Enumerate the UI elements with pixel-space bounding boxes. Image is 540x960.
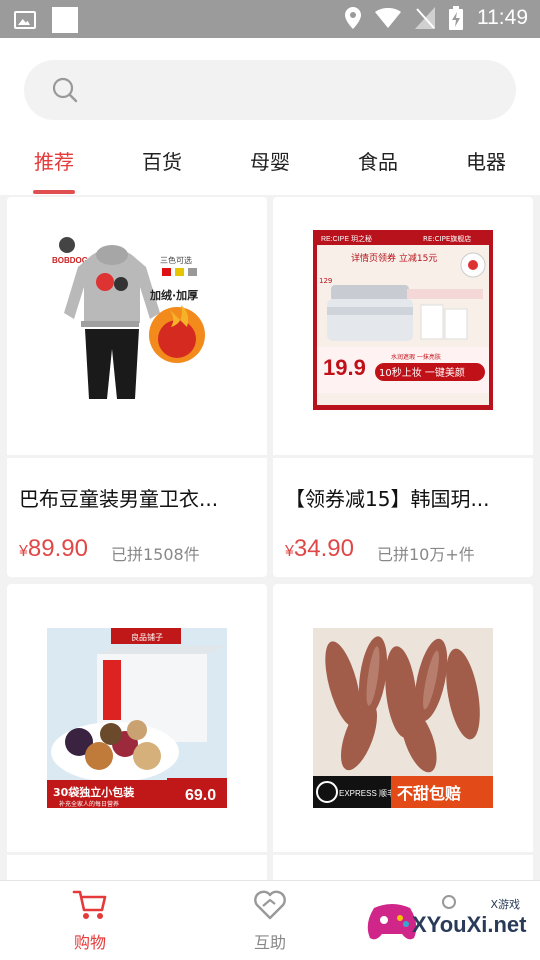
tab-food[interactable]: 食品 <box>338 146 418 175</box>
battery-charging-icon <box>449 6 463 30</box>
sold-count: 已拼1508件 <box>111 545 200 564</box>
product-card[interactable]: BOBDOG 三色可选 加绒·加厚 巴布豆童装男童卫衣... ¥89.90 已拼… <box>7 197 267 577</box>
card-divider <box>273 852 533 855</box>
search-input[interactable] <box>24 60 516 120</box>
svg-text:30袋独立小包装: 30袋独立小包装 <box>53 785 134 799</box>
shopping-cart-icon <box>72 890 107 919</box>
svg-text:水润遮瑕 一抹亮肤: 水润遮瑕 一抹亮肤 <box>391 353 441 361</box>
tab-recommend[interactable]: 推荐 <box>14 146 94 175</box>
svg-text:RE:CIPE 玥之秘: RE:CIPE 玥之秘 <box>321 234 372 243</box>
watermark: X游戏 XYouXi.net <box>364 894 534 952</box>
tab-general-goods[interactable]: 百货 <box>122 146 202 175</box>
card-divider <box>273 455 533 458</box>
sold-count: 已拼10万+件 <box>377 545 475 564</box>
product-image[interactable]: EXPRESS 顺丰速运 不甜包赔 <box>273 584 533 842</box>
app-notification-icon <box>52 7 78 33</box>
watermark-small: X游戏 <box>490 898 520 911</box>
svg-text:三色可选: 三色可选 <box>160 255 192 265</box>
product-title[interactable]: 巴布豆童装男童卫衣... <box>19 483 259 512</box>
svg-text:补充全家人的每日营养: 补充全家人的每日营养 <box>59 800 119 808</box>
watermark-text: XYouXi.net <box>412 912 527 937</box>
search-icon <box>52 77 78 103</box>
svg-text:10秒上妆 一键美颜: 10秒上妆 一键美颜 <box>379 366 465 379</box>
status-bar: 11:49 <box>0 0 540 38</box>
product-image[interactable]: RE:CIPE 玥之秘 RE:CIPE旗舰店 详情页领券 立减15元 129 1… <box>273 197 533 455</box>
svg-text:良品铺子: 良品铺子 <box>131 632 163 642</box>
product-image[interactable]: BOBDOG 三色可选 加绒·加厚 <box>7 197 267 455</box>
svg-text:129: 129 <box>319 277 332 285</box>
svg-text:不甜包赔: 不甜包赔 <box>397 784 461 803</box>
tab-mother-baby[interactable]: 母婴 <box>230 146 310 175</box>
product-feed[interactable]: BOBDOG 三色可选 加绒·加厚 巴布豆童装男童卫衣... ¥89.90 已拼… <box>0 195 540 880</box>
clock: 11:49 <box>477 6 528 29</box>
product-image[interactable]: 良品铺子 30袋独立小包装 补充全家人的每日营养 69.0 <box>7 584 267 842</box>
bottom-navigation: 购物 互助 X游戏 XYouXi.net <box>0 880 540 960</box>
nav-mutual-help-label: 互助 <box>253 933 286 952</box>
image-notification-icon <box>14 11 36 29</box>
nav-shopping[interactable]: 购物 <box>40 889 140 953</box>
no-signal-icon <box>415 7 435 29</box>
location-icon <box>345 7 361 29</box>
active-tab-indicator <box>33 190 75 194</box>
nav-mutual-help[interactable]: 互助 <box>220 889 320 953</box>
product-card[interactable]: EXPRESS 顺丰速运 不甜包赔 <box>273 584 533 880</box>
card-divider <box>7 852 267 855</box>
product-title[interactable]: 【领券减15】韩国玥... <box>285 483 525 512</box>
header: 推荐 百货 母婴 食品 电器 <box>0 38 540 195</box>
product-price: ¥34.90 <box>285 535 354 562</box>
product-price: ¥89.90 <box>19 535 88 562</box>
svg-text:69.0: 69.0 <box>185 787 216 804</box>
svg-text:详情页领券 立减15元: 详情页领券 立减15元 <box>351 252 437 264</box>
category-tabs: 推荐 百货 母婴 食品 电器 <box>0 138 540 195</box>
card-divider <box>7 455 267 458</box>
wifi-icon <box>375 8 401 28</box>
product-card[interactable]: RE:CIPE 玥之秘 RE:CIPE旗舰店 详情页领券 立减15元 129 1… <box>273 197 533 577</box>
nav-shopping-label: 购物 <box>73 933 106 952</box>
svg-text:19.9: 19.9 <box>323 355 366 380</box>
svg-text:RE:CIPE旗舰店: RE:CIPE旗舰店 <box>423 234 471 243</box>
heart-hands-icon <box>254 890 286 920</box>
svg-text:加绒·加厚: 加绒·加厚 <box>149 288 198 302</box>
tab-appliances[interactable]: 电器 <box>446 146 526 175</box>
product-card[interactable]: 良品铺子 30袋独立小包装 补充全家人的每日营养 69.0 <box>7 584 267 880</box>
